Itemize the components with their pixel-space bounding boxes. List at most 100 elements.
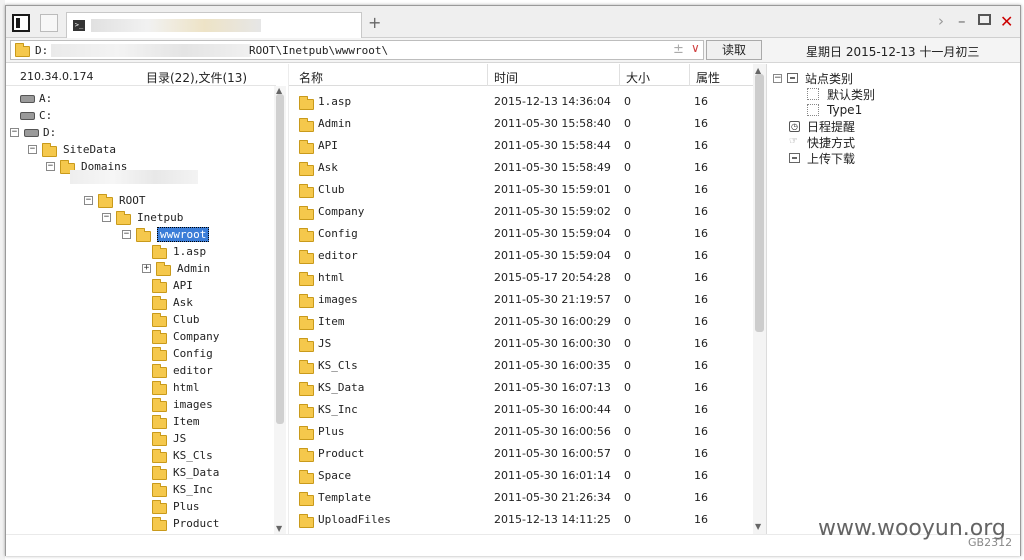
tree-item[interactable]: Product [152,515,219,532]
table-row[interactable]: Space 2011-05-30 16:01:14 0 16 [289,465,751,487]
table-row[interactable]: Item 2011-05-30 16:00:29 0 16 [289,311,751,333]
blank-tab-icon[interactable] [40,14,58,32]
file-name: 1.asp [318,95,352,108]
tree-item[interactable]: JS [152,430,186,447]
tree-item[interactable]: KS_Cls [152,447,213,464]
tree-item[interactable]: − SiteData [28,141,116,158]
tree-item[interactable]: − ROOT [84,192,146,209]
tree-scrollbar[interactable]: ▲ ▼ [274,86,286,534]
column-divider[interactable] [487,64,488,86]
table-row[interactable]: KS_Data 2011-05-30 16:07:13 0 16 [289,377,751,399]
side-item[interactable]: ◷ 日程提醒 [789,118,855,134]
folder-icon [152,363,167,378]
minimize-button[interactable]: – [958,12,966,30]
scroll-down-icon[interactable]: ▼ [755,522,761,531]
collapse-icon[interactable]: − [773,73,782,83]
tree-item[interactable]: KS_Data [152,464,219,481]
table-row[interactable]: Ask 2011-05-30 15:58:49 0 16 [289,157,751,179]
table-row[interactable]: images 2011-05-30 21:19:57 0 16 [289,289,751,311]
tree-item[interactable]: − D: [10,124,56,141]
side-item[interactable]: ☞ 快捷方式 [789,134,855,150]
tree-item[interactable]: Item [152,413,200,430]
tree-item[interactable]: Ask [152,294,193,311]
tree-item[interactable]: images [152,396,213,413]
add-tab-button[interactable]: + [368,13,381,32]
tree-item[interactable]: A: [20,90,52,107]
table-row[interactable]: UploadFiles 2015-12-13 14:11:25 0 16 [289,509,751,531]
table-row[interactable]: JS 2011-05-30 16:00:30 0 16 [289,333,751,355]
table-row[interactable]: API 2011-05-30 15:58:44 0 16 [289,135,751,157]
column-attr[interactable]: 属性 [696,69,720,86]
tree-item[interactable]: C: [20,107,52,124]
column-name[interactable]: 名称 [299,69,323,86]
folder-icon [152,244,167,259]
side-item-label: 上传下载 [807,151,856,166]
folder-icon [152,499,167,514]
encoding-label[interactable]: GB2312 [968,536,1012,549]
table-row[interactable]: Club 2011-05-30 15:59:01 0 16 [289,179,751,201]
column-divider[interactable] [619,64,620,86]
file-size: 0 [624,227,631,240]
list-scroll-thumb[interactable] [755,74,764,332]
table-row[interactable]: Company 2011-05-30 15:59:02 0 16 [289,201,751,223]
tree-item[interactable]: Company [152,328,219,345]
table-row[interactable]: Product 2011-05-30 16:00:57 0 16 [289,443,751,465]
tree-item[interactable]: API [152,277,193,294]
expand-icon[interactable]: + [142,264,151,273]
tree-item[interactable]: 1.asp [152,243,206,260]
collapse-icon[interactable]: − [10,128,19,137]
tree-item[interactable]: html [152,379,200,396]
side-item[interactable]: 上传下载 [789,150,855,166]
tree-item[interactable]: Club [152,311,200,328]
tree-item[interactable]: − wwwroot [122,226,210,243]
table-row[interactable]: editor 2011-05-30 15:59:04 0 16 [289,245,751,267]
column-time[interactable]: 时间 [494,69,518,86]
side-item[interactable]: − 站点类别 [773,70,853,86]
column-size[interactable]: 大小 [626,69,650,86]
collapse-icon[interactable]: − [46,162,55,171]
reminder-icon: ◷ [789,120,800,132]
collapse-icon[interactable]: − [84,196,93,205]
tree-item[interactable]: editor [152,362,213,379]
table-row[interactable]: Admin 2011-05-30 15:58:40 0 16 [289,113,751,135]
maximize-button[interactable] [978,14,991,25]
side-item[interactable]: Type1 [807,102,862,118]
side-item-label: 默认类别 [827,87,876,102]
table-row[interactable]: Config 2011-05-30 15:59:04 0 16 [289,223,751,245]
scroll-down-icon[interactable]: ▼ [276,524,282,533]
folder-icon [299,206,314,220]
tree-item[interactable]: + Admin [142,260,210,277]
tree-scroll-thumb[interactable] [276,94,284,424]
collapse-icon[interactable]: − [122,230,131,239]
tree-item[interactable]: Config [152,345,213,362]
list-scrollbar[interactable]: ▲ ▼ [753,64,766,534]
file-attr: 16 [694,447,708,460]
side-item[interactable]: 默认类别 [807,86,875,102]
path-dropdown-icon[interactable]: ∨ [691,41,700,55]
table-row[interactable]: 1.asp 2015-12-13 14:36:04 0 16 [289,91,751,113]
table-row[interactable]: KS_Inc 2011-05-30 16:00:44 0 16 [289,399,751,421]
table-row[interactable]: html 2015-05-17 20:54:28 0 16 [289,267,751,289]
file-attr: 16 [694,227,708,240]
file-time: 2011-05-30 15:58:40 [494,117,611,130]
table-row[interactable]: KS_Cls 2011-05-30 16:00:35 0 16 [289,355,751,377]
read-button[interactable]: 读取 [706,40,762,60]
collapse-icon[interactable]: − [102,213,111,222]
file-size: 0 [624,161,631,174]
next-arrow-icon[interactable]: › [938,12,944,30]
tree-item[interactable]: KS_Inc [152,481,213,498]
close-button[interactable]: ✕ [1000,12,1013,31]
table-row[interactable]: Template 2011-05-30 21:26:34 0 16 [289,487,751,509]
path-prefix: D: [35,44,49,57]
file-name: API [318,139,338,152]
table-row[interactable]: Plus 2011-05-30 16:00:56 0 16 [289,421,751,443]
plus-minus-icon[interactable]: ± [673,42,684,57]
tree-item[interactable]: − Inetpub [102,209,183,226]
file-size: 0 [624,249,631,262]
path-input[interactable]: D: ROOT\Inetpub\wwwroot\ ± ∨ [10,40,704,60]
tab-shell[interactable]: >_ [66,12,362,39]
tree-item[interactable]: Plus [152,498,200,515]
panel-toggle-icon[interactable] [12,14,30,32]
collapse-icon[interactable]: − [28,145,37,154]
column-divider[interactable] [689,64,690,86]
